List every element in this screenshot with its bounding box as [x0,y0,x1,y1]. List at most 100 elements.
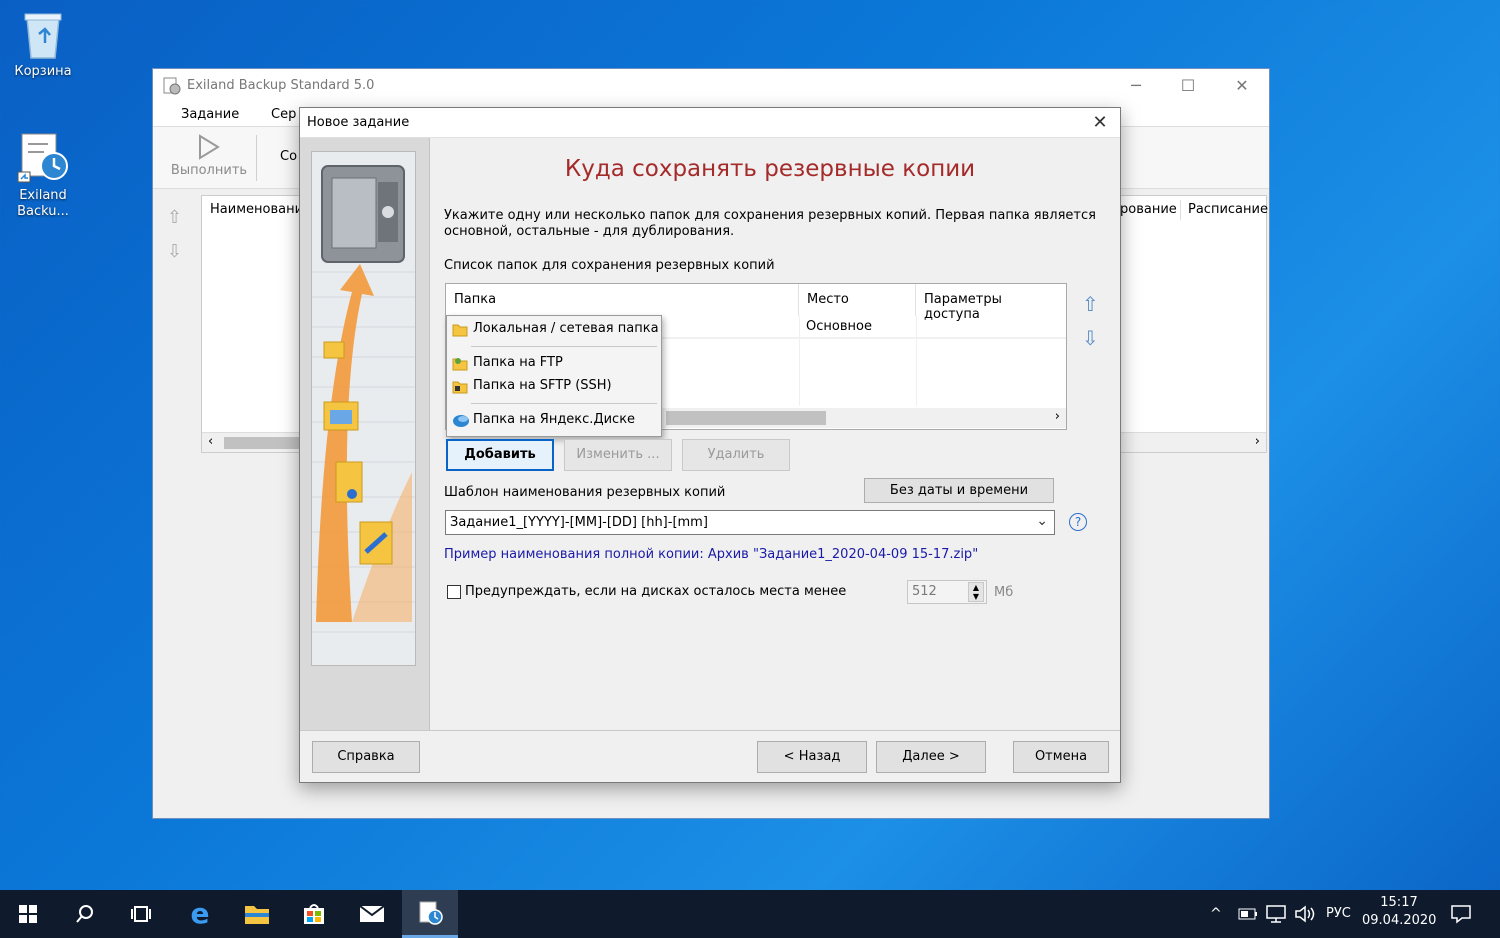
edge-icon: e [190,897,210,930]
edge-button[interactable]: e [172,890,228,938]
move-up-icon[interactable]: ⇧ [1082,292,1099,316]
edit-button[interactable]: Изменить ... [564,439,672,471]
column-header-access[interactable]: Параметры доступа [916,284,1066,322]
notifications-icon[interactable] [1450,890,1472,938]
column-header-schedule[interactable]: Расписание [1188,202,1268,217]
column-header-folder[interactable]: Папка [446,284,799,316]
next-button[interactable]: Далее > [876,741,986,773]
add-folder-menu: Локальная / сетевая папка Папка на FTP П… [446,315,662,437]
task-view-icon [131,906,151,922]
delete-button[interactable]: Удалить [682,439,790,471]
minimize-icon[interactable]: ─ [1113,73,1159,99]
yandex-disk-icon [452,412,470,432]
create-button[interactable]: Со [280,149,297,164]
store-button[interactable] [286,890,342,938]
mail-icon [359,905,385,922]
mail-button[interactable] [344,890,400,938]
desktop-icon-recycle-bin[interactable]: Корзина [3,8,83,80]
exiland-backup-icon [16,130,70,184]
menu-item-label: Папка на Яндекс.Диске [473,412,636,427]
column-header-name[interactable]: Наименовани [210,202,303,217]
table-scroll-right-icon[interactable]: › [1055,409,1060,424]
toolbar-divider [256,135,257,181]
run-button[interactable]: Выполнить [169,133,249,185]
warn-label: Предупреждать, если на дисках осталось м… [465,584,847,599]
spin-arrows-icon[interactable]: ▲ ▼ [968,582,984,602]
warn-checkbox[interactable] [447,585,461,599]
store-icon [304,904,324,924]
template-combobox[interactable]: Задание1_[YYYY]-[MM]-[DD] [hh]-[mm] ⌄ [445,510,1055,535]
menu-separator [471,403,657,404]
column-divider [1180,200,1181,220]
menu-item-sftp-folder[interactable]: Папка на SFTP (SSH) [447,375,661,397]
menu-item-ftp-folder[interactable]: Папка на FTP [447,352,661,374]
clock[interactable]: 15:17 09.04.2020 [1362,890,1436,938]
exiland-backup-icon [419,901,443,925]
menu-item-label: Папка на FTP [473,355,563,370]
help-icon[interactable]: ? [1069,513,1087,531]
dialog-title: Новое задание [307,115,410,130]
tray-chevron-up-icon[interactable]: ^ [1210,890,1222,938]
run-label: Выполнить [170,163,248,178]
add-button[interactable]: Добавить [446,439,554,471]
start-button[interactable] [0,890,56,938]
cancel-button[interactable]: Отмена [1013,741,1109,773]
desktop-icon-label: Exiland Backu... [17,188,69,219]
create-label: Со [280,149,298,164]
search-button[interactable] [57,890,113,938]
column-divider [916,316,917,406]
warn-spinbox[interactable]: 512 ▲ ▼ [907,580,987,604]
play-icon [169,133,249,163]
no-date-button[interactable]: Без даты и времени [864,478,1054,503]
clock-date: 09.04.2020 [1362,913,1437,928]
folders-list-label: Список папок для сохранения резервных ко… [444,258,775,273]
wizard-illustration [311,151,416,666]
column-divider [799,316,800,406]
chevron-down-icon[interactable]: ⌄ [1036,513,1048,529]
page-heading: Куда сохранять резервные копии [564,156,976,182]
input-language[interactable]: РУС [1326,890,1351,938]
battery-icon[interactable] [1238,890,1258,938]
scroll-left-icon[interactable]: ‹ [208,434,213,449]
file-explorer-button[interactable] [229,890,285,938]
menu-item-service[interactable]: Сер [271,107,296,122]
taskbar: e ^ РУС 15:17 09.04.2020 [0,890,1500,938]
task-view-button[interactable] [113,890,169,938]
scroll-thumb[interactable] [224,437,304,449]
column-header-copy[interactable]: рование [1120,202,1177,217]
menu-item-local-folder[interactable]: Локальная / сетевая папка [447,318,661,340]
network-icon[interactable] [1265,890,1287,938]
volume-icon[interactable] [1294,890,1316,938]
move-down-icon[interactable]: ⇩ [167,241,182,262]
scroll-right-icon[interactable]: › [1255,434,1260,449]
file-explorer-icon [245,906,269,924]
table-scroll-thumb[interactable] [666,411,826,425]
main-window-title: Exiland Backup Standard 5.0 [187,78,375,93]
move-up-icon[interactable]: ⇧ [167,207,182,228]
example-name-text: Пример наименования полной копии: Архив … [444,547,979,562]
exiland-taskbar-button[interactable] [402,890,458,938]
dialog-close-icon[interactable]: ✕ [1088,111,1112,135]
menu-item-yandex-disk[interactable]: Папка на Яндекс.Диске [447,409,661,431]
recycle-bin-icon [19,8,67,60]
help-button[interactable]: Справка [312,741,420,773]
close-icon[interactable]: ✕ [1219,73,1265,99]
dialog-footer: Справка < Назад Далее > Отмена [300,730,1120,784]
maximize-icon[interactable]: ☐ [1165,73,1211,99]
menu-separator [471,346,657,347]
table-cell-place: Основное [806,319,872,334]
move-down-icon[interactable]: ⇩ [1082,326,1099,350]
app-icon [163,77,181,99]
warn-unit: Мб [994,585,1014,600]
main-title-bar: Exiland Backup Standard 5.0 ─ ☐ ✕ [153,69,1269,103]
menu-item-label: Папка на SFTP (SSH) [473,378,612,393]
desktop-icon-label: Корзина [14,64,72,79]
back-button[interactable]: < Назад [757,741,867,773]
desktop-icon-exiland[interactable]: Exiland Backu... [3,130,83,220]
page-description: Укажите одну или несколько папок для сох… [444,208,1096,239]
template-value: Задание1_[YYYY]-[MM]-[DD] [hh]-[mm] [450,515,708,530]
menu-item-task[interactable]: Задание [181,107,239,122]
sftp-folder-icon [452,378,468,398]
search-icon [76,905,93,923]
column-header-place[interactable]: Место [799,284,916,316]
